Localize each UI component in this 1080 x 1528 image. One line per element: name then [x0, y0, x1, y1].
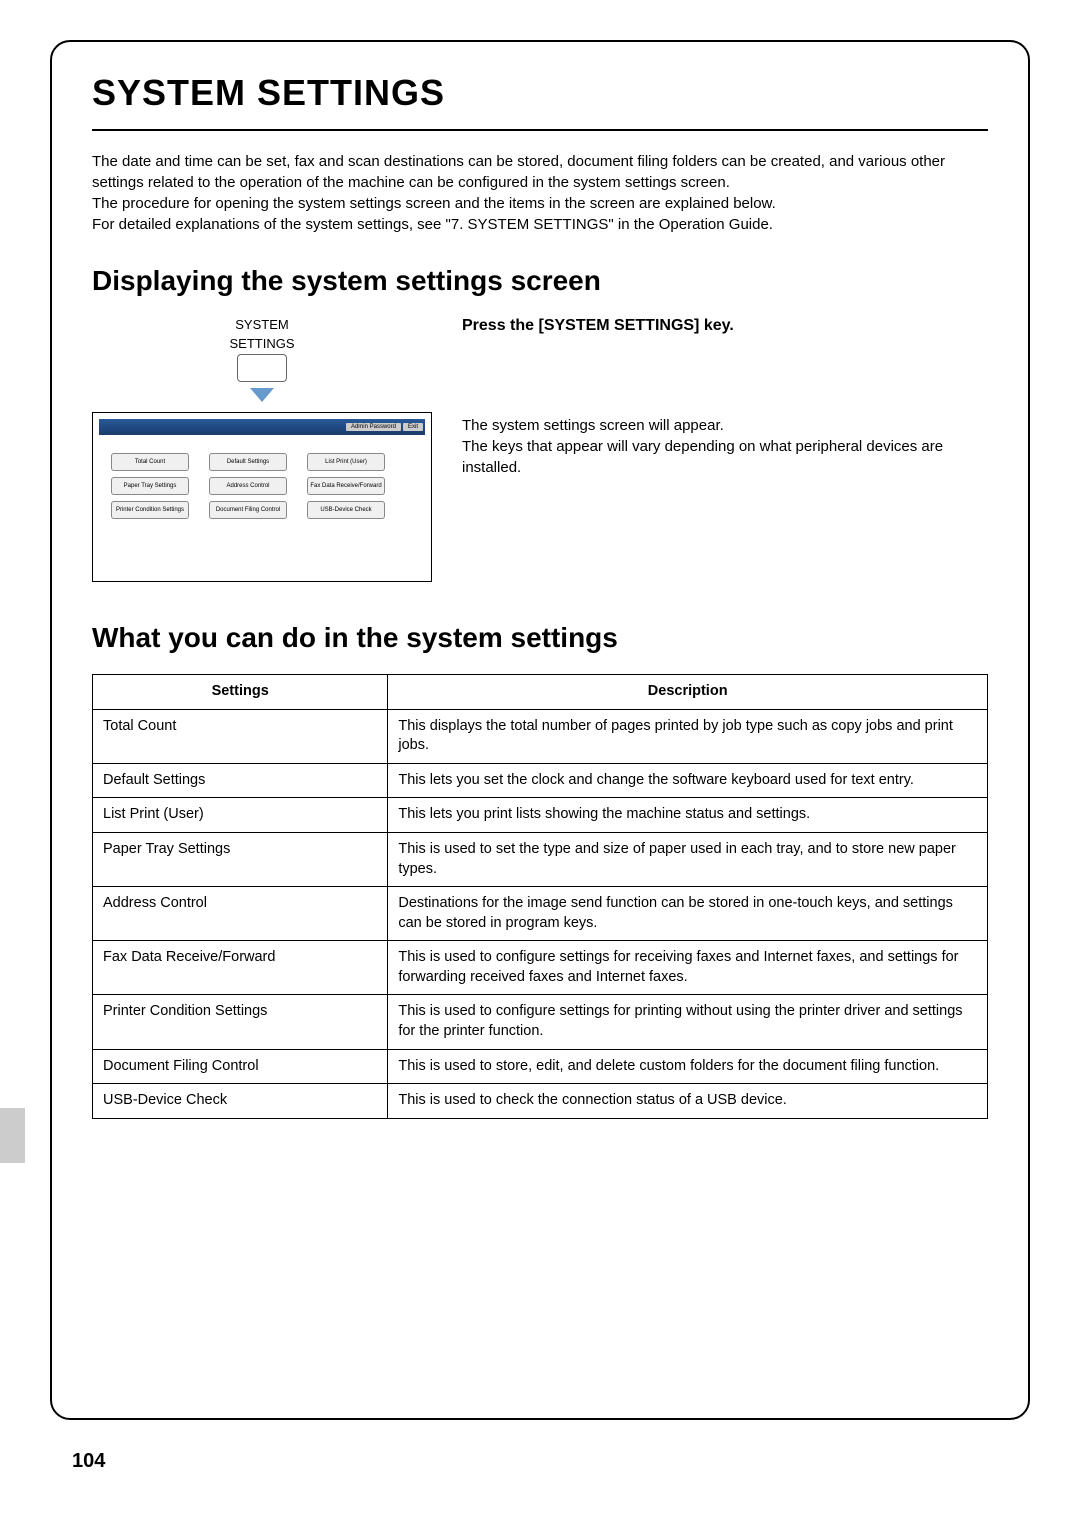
cell-setting: Address Control — [93, 887, 388, 941]
menu-address-control: Address Control — [209, 477, 287, 495]
menu-printer-condition: Printer Condition Settings — [111, 501, 189, 519]
screen-illustration: Admin Password Exit Total Count Paper Tr… — [92, 412, 432, 582]
diagram-column: SYSTEM SETTINGS Admin Password Exit Tota… — [92, 317, 432, 582]
screen-header-bar: Admin Password Exit — [99, 419, 425, 435]
display-row: SYSTEM SETTINGS Admin Password Exit Tota… — [92, 317, 988, 582]
screen-col-2: Default Settings Address Control Documen… — [209, 453, 287, 519]
cell-description: This is used to store, edit, and delete … — [388, 1049, 988, 1084]
exit-button: Exit — [403, 423, 423, 431]
screen-col-3: List Print (User) Fax Data Receive/Forwa… — [307, 453, 385, 519]
th-description: Description — [388, 675, 988, 710]
settings-table: Settings Description Total Count This di… — [92, 674, 988, 1118]
intro-p2: The procedure for opening the system set… — [92, 195, 776, 212]
menu-fax-data: Fax Data Receive/Forward — [307, 477, 385, 495]
table-row: Printer Condition Settings This is used … — [93, 995, 988, 1049]
menu-total-count: Total Count — [111, 453, 189, 471]
table-row: Total Count This displays the total numb… — [93, 709, 988, 763]
menu-usb-check: USB-Device Check — [307, 501, 385, 519]
menu-paper-tray: Paper Tray Settings — [111, 477, 189, 495]
cell-description: This displays the total number of pages … — [388, 709, 988, 763]
cell-setting: Total Count — [93, 709, 388, 763]
page-frame: SYSTEM SETTINGS The date and time can be… — [50, 40, 1030, 1420]
step-body: The system settings screen will appear. … — [462, 415, 988, 478]
step-title: Press the [SYSTEM SETTINGS] key. — [462, 317, 988, 335]
table-row: Paper Tray Settings This is used to set … — [93, 833, 988, 887]
cell-setting: USB-Device Check — [93, 1084, 388, 1119]
cell-setting: Printer Condition Settings — [93, 995, 388, 1049]
key-label-2: SETTINGS — [92, 336, 432, 352]
section2-heading: What you can do in the system settings — [92, 622, 988, 654]
cell-description: This is used to check the connection sta… — [388, 1084, 988, 1119]
page-number: 104 — [72, 1450, 105, 1473]
admin-password-button: Admin Password — [346, 423, 401, 431]
cell-setting: List Print (User) — [93, 798, 388, 833]
table-row: USB-Device Check This is used to check t… — [93, 1084, 988, 1119]
key-label-1: SYSTEM — [92, 317, 432, 333]
step-body-2: The keys that appear will vary depending… — [462, 438, 943, 476]
menu-list-print: List Print (User) — [307, 453, 385, 471]
table-row: List Print (User) This lets you print li… — [93, 798, 988, 833]
cell-description: This lets you print lists showing the ma… — [388, 798, 988, 833]
intro-p1: The date and time can be set, fax and sc… — [92, 153, 945, 191]
intro-p3: For detailed explanations of the system … — [92, 216, 773, 233]
cell-setting: Paper Tray Settings — [93, 833, 388, 887]
table-row: Document Filing Control This is used to … — [93, 1049, 988, 1084]
table-row: Fax Data Receive/Forward This is used to… — [93, 941, 988, 995]
title-box: SYSTEM SETTINGS — [92, 72, 988, 131]
cell-setting: Document Filing Control — [93, 1049, 388, 1084]
step-body-1: The system settings screen will appear. — [462, 417, 724, 434]
down-arrow-icon — [250, 388, 274, 402]
intro-text: The date and time can be set, fax and sc… — [92, 151, 988, 235]
side-tab — [0, 1108, 25, 1163]
screen-body: Total Count Paper Tray Settings Printer … — [99, 435, 425, 537]
table-header-row: Settings Description — [93, 675, 988, 710]
section1-heading: Displaying the system settings screen — [92, 265, 988, 297]
cell-setting: Default Settings — [93, 763, 388, 798]
cell-description: This lets you set the clock and change t… — [388, 763, 988, 798]
menu-default-settings: Default Settings — [209, 453, 287, 471]
cell-description: This is used to configure settings for r… — [388, 941, 988, 995]
page-title: SYSTEM SETTINGS — [92, 72, 988, 114]
cell-description: Destinations for the image send function… — [388, 887, 988, 941]
screen-col-1: Total Count Paper Tray Settings Printer … — [111, 453, 189, 519]
system-key-area: SYSTEM SETTINGS — [92, 317, 432, 402]
table-row: Default Settings This lets you set the c… — [93, 763, 988, 798]
th-settings: Settings — [93, 675, 388, 710]
system-settings-key-shape — [237, 354, 287, 382]
cell-setting: Fax Data Receive/Forward — [93, 941, 388, 995]
text-column: Press the [SYSTEM SETTINGS] key. The sys… — [462, 317, 988, 582]
cell-description: This is used to configure settings for p… — [388, 995, 988, 1049]
table-row: Address Control Destinations for the ima… — [93, 887, 988, 941]
cell-description: This is used to set the type and size of… — [388, 833, 988, 887]
menu-document-filing: Document Filing Control — [209, 501, 287, 519]
